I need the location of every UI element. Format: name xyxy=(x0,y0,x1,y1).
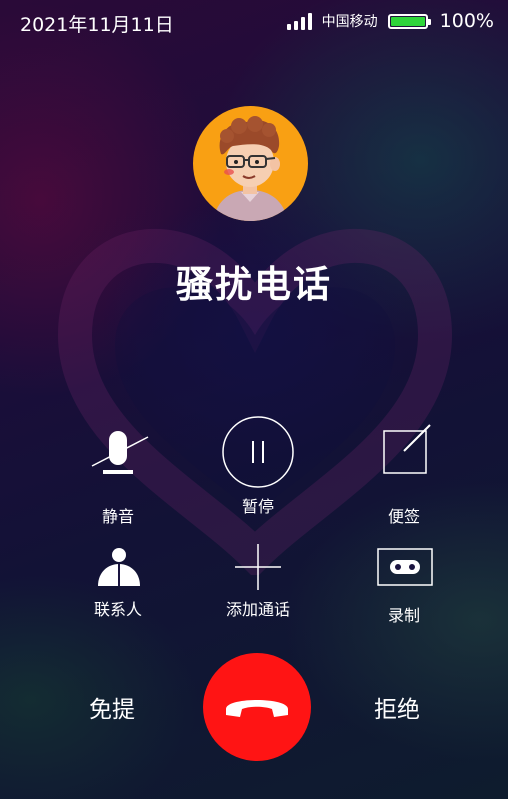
add-call-button[interactable]: 添加通话 xyxy=(188,540,328,620)
plus-icon xyxy=(218,540,298,594)
hold-button[interactable]: 暂停 xyxy=(188,415,328,517)
note-label: 便签 xyxy=(387,507,420,526)
speaker-button[interactable]: 免提 xyxy=(70,690,154,724)
caller-avatar xyxy=(193,106,308,221)
mute-mic-icon xyxy=(78,415,158,495)
record-icon xyxy=(364,540,444,594)
caller-name: 骚扰电话 xyxy=(176,262,332,306)
record-label: 录制 xyxy=(387,606,420,625)
reject-button[interactable]: 拒绝 xyxy=(355,690,439,724)
status-bar: 2021年11月11日 中国移动 100% xyxy=(0,0,508,44)
mute-button[interactable]: 静音 xyxy=(48,415,188,527)
contacts-button[interactable]: 联系人 xyxy=(48,540,188,620)
status-indicators: 中国移动 100% xyxy=(286,10,494,32)
contact-icon xyxy=(78,540,158,594)
contacts-label: 联系人 xyxy=(93,600,142,619)
signal-icon xyxy=(286,12,312,30)
mute-label: 静音 xyxy=(101,507,134,526)
hold-label: 暂停 xyxy=(241,497,274,516)
note-icon xyxy=(364,415,444,495)
battery-icon xyxy=(387,13,431,29)
carrier-name: 中国移动 xyxy=(321,14,378,30)
battery-percent: 100% xyxy=(439,10,494,32)
add-call-label: 添加通话 xyxy=(225,600,290,619)
status-date: 2021年11月11日 xyxy=(20,14,174,36)
hang-up-button[interactable] xyxy=(203,653,311,761)
pause-icon xyxy=(218,415,298,495)
record-button[interactable]: 录制 xyxy=(334,540,474,626)
note-button[interactable]: 便签 xyxy=(334,415,474,527)
cartoon-boy-avatar-icon xyxy=(213,116,288,221)
hang-up-phone-icon xyxy=(226,700,288,717)
